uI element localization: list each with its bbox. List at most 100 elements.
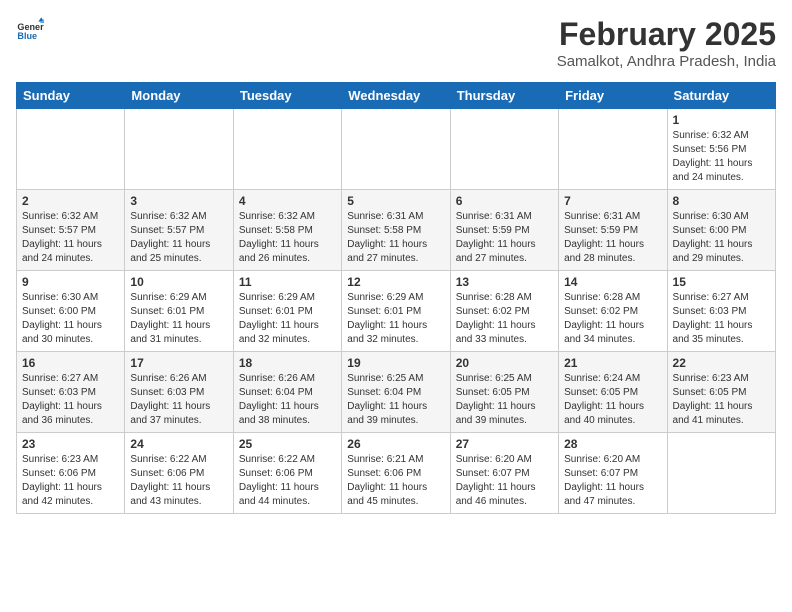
day-info: Sunrise: 6:24 AM Sunset: 6:05 PM Dayligh…: [564, 372, 661, 428]
calendar-cell: 19 Sunrise: 6:25 AM Sunset: 6:04 PM Dayli…: [342, 352, 450, 433]
day-number: 27: [456, 437, 553, 451]
day-info: Sunrise: 6:20 AM Sunset: 6:07 PM Dayligh…: [564, 453, 661, 509]
calendar-cell: 7 Sunrise: 6:31 AM Sunset: 5:59 PM Daylig…: [559, 190, 667, 271]
calendar-week-row: 2 Sunrise: 6:32 AM Sunset: 5:57 PM Daylig…: [17, 190, 776, 271]
day-number: 12: [347, 275, 444, 289]
calendar-cell: 10 Sunrise: 6:29 AM Sunset: 6:01 PM Dayli…: [125, 271, 233, 352]
calendar-cell: 17 Sunrise: 6:26 AM Sunset: 6:03 PM Dayli…: [125, 352, 233, 433]
title-block: February 2025 Samalkot, Andhra Pradesh, …: [557, 16, 776, 70]
weekday-header-row: SundayMondayTuesdayWednesdayThursdayFrid…: [17, 83, 776, 109]
calendar-cell: 5 Sunrise: 6:31 AM Sunset: 5:58 PM Daylig…: [342, 190, 450, 271]
day-number: 10: [130, 275, 227, 289]
day-number: 23: [22, 437, 119, 451]
day-number: 1: [673, 113, 770, 127]
day-info: Sunrise: 6:29 AM Sunset: 6:01 PM Dayligh…: [130, 291, 227, 347]
day-number: 3: [130, 194, 227, 208]
weekday-header: Sunday: [17, 83, 125, 109]
day-number: 17: [130, 356, 227, 370]
calendar-cell: [342, 109, 450, 190]
weekday-header: Thursday: [450, 83, 558, 109]
day-number: 20: [456, 356, 553, 370]
calendar-cell: [559, 109, 667, 190]
day-number: 8: [673, 194, 770, 208]
day-info: Sunrise: 6:32 AM Sunset: 5:57 PM Dayligh…: [22, 210, 119, 266]
day-info: Sunrise: 6:28 AM Sunset: 6:02 PM Dayligh…: [564, 291, 661, 347]
day-number: 9: [22, 275, 119, 289]
day-number: 19: [347, 356, 444, 370]
day-info: Sunrise: 6:27 AM Sunset: 6:03 PM Dayligh…: [22, 372, 119, 428]
weekday-header: Monday: [125, 83, 233, 109]
calendar-cell: 27 Sunrise: 6:20 AM Sunset: 6:07 PM Dayli…: [450, 433, 558, 514]
day-info: Sunrise: 6:23 AM Sunset: 6:05 PM Dayligh…: [673, 372, 770, 428]
day-number: 26: [347, 437, 444, 451]
calendar-cell: 14 Sunrise: 6:28 AM Sunset: 6:02 PM Dayli…: [559, 271, 667, 352]
day-info: Sunrise: 6:22 AM Sunset: 6:06 PM Dayligh…: [239, 453, 336, 509]
day-info: Sunrise: 6:21 AM Sunset: 6:06 PM Dayligh…: [347, 453, 444, 509]
calendar-cell: 20 Sunrise: 6:25 AM Sunset: 6:05 PM Dayli…: [450, 352, 558, 433]
calendar-week-row: 23 Sunrise: 6:23 AM Sunset: 6:06 PM Dayli…: [17, 433, 776, 514]
day-info: Sunrise: 6:27 AM Sunset: 6:03 PM Dayligh…: [673, 291, 770, 347]
day-info: Sunrise: 6:22 AM Sunset: 6:06 PM Dayligh…: [130, 453, 227, 509]
day-info: Sunrise: 6:26 AM Sunset: 6:03 PM Dayligh…: [130, 372, 227, 428]
calendar-cell: [233, 109, 341, 190]
day-number: 15: [673, 275, 770, 289]
day-info: Sunrise: 6:31 AM Sunset: 5:59 PM Dayligh…: [564, 210, 661, 266]
day-info: Sunrise: 6:29 AM Sunset: 6:01 PM Dayligh…: [347, 291, 444, 347]
calendar-cell: 11Sunrise: 6:29 AM Sunset: 6:01 PM Dayli…: [233, 271, 341, 352]
calendar-cell: 1 Sunrise: 6:32 AM Sunset: 5:56 PM Daylig…: [667, 109, 775, 190]
calendar-cell: 15 Sunrise: 6:27 AM Sunset: 6:03 PM Dayli…: [667, 271, 775, 352]
calendar-cell: 4Sunrise: 6:32 AM Sunset: 5:58 PM Daylig…: [233, 190, 341, 271]
calendar-cell: 25 Sunrise: 6:22 AM Sunset: 6:06 PM Dayli…: [233, 433, 341, 514]
calendar-week-row: 16 Sunrise: 6:27 AM Sunset: 6:03 PM Dayli…: [17, 352, 776, 433]
calendar-week-row: 9 Sunrise: 6:30 AM Sunset: 6:00 PM Daylig…: [17, 271, 776, 352]
calendar-cell: [450, 109, 558, 190]
day-number: 18: [239, 356, 336, 370]
day-number: 2: [22, 194, 119, 208]
day-info: Sunrise: 6:25 AM Sunset: 6:05 PM Dayligh…: [456, 372, 553, 428]
day-info: Sunrise: 6:28 AM Sunset: 6:02 PM Dayligh…: [456, 291, 553, 347]
logo-icon: General Blue: [16, 16, 44, 44]
calendar-cell: 28 Sunrise: 6:20 AM Sunset: 6:07 PM Dayli…: [559, 433, 667, 514]
weekday-header: Wednesday: [342, 83, 450, 109]
calendar-cell: [125, 109, 233, 190]
day-number: 5: [347, 194, 444, 208]
calendar-cell: 2 Sunrise: 6:32 AM Sunset: 5:57 PM Daylig…: [17, 190, 125, 271]
day-info: Sunrise: 6:26 AM Sunset: 6:04 PM Dayligh…: [239, 372, 336, 428]
weekday-header: Tuesday: [233, 83, 341, 109]
calendar-cell: 3 Sunrise: 6:32 AM Sunset: 5:57 PM Daylig…: [125, 190, 233, 271]
calendar-cell: 8 Sunrise: 6:30 AM Sunset: 6:00 PM Daylig…: [667, 190, 775, 271]
day-info: Sunrise: 6:31 AM Sunset: 5:58 PM Dayligh…: [347, 210, 444, 266]
day-number: 25: [239, 437, 336, 451]
day-info: Sunrise: 6:30 AM Sunset: 6:00 PM Dayligh…: [22, 291, 119, 347]
day-info: Sunrise: 6:32 AM Sunset: 5:58 PM Dayligh…: [239, 210, 336, 266]
day-info: Sunrise: 6:31 AM Sunset: 5:59 PM Dayligh…: [456, 210, 553, 266]
day-number: 7: [564, 194, 661, 208]
day-number: 21: [564, 356, 661, 370]
day-number: 14: [564, 275, 661, 289]
day-number: 24: [130, 437, 227, 451]
day-info: Sunrise: 6:25 AM Sunset: 6:04 PM Dayligh…: [347, 372, 444, 428]
day-info: Sunrise: 6:32 AM Sunset: 5:57 PM Dayligh…: [130, 210, 227, 266]
day-number: 22: [673, 356, 770, 370]
day-info: Sunrise: 6:32 AM Sunset: 5:56 PM Dayligh…: [673, 129, 770, 185]
calendar-cell: 22 Sunrise: 6:23 AM Sunset: 6:05 PM Dayli…: [667, 352, 775, 433]
day-number: 6: [456, 194, 553, 208]
calendar-title: February 2025: [557, 16, 776, 53]
page-header: General Blue February 2025 Samalkot, And…: [16, 16, 776, 70]
calendar-table: SundayMondayTuesdayWednesdayThursdayFrid…: [16, 82, 776, 514]
calendar-cell: 26 Sunrise: 6:21 AM Sunset: 6:06 PM Dayli…: [342, 433, 450, 514]
day-number: 16: [22, 356, 119, 370]
weekday-header: Friday: [559, 83, 667, 109]
logo: General Blue: [16, 16, 44, 44]
day-info: Sunrise: 6:20 AM Sunset: 6:07 PM Dayligh…: [456, 453, 553, 509]
weekday-header: Saturday: [667, 83, 775, 109]
calendar-week-row: 1 Sunrise: 6:32 AM Sunset: 5:56 PM Daylig…: [17, 109, 776, 190]
day-info: Sunrise: 6:23 AM Sunset: 6:06 PM Dayligh…: [22, 453, 119, 509]
day-number: 13: [456, 275, 553, 289]
day-number: 28: [564, 437, 661, 451]
calendar-cell: 13 Sunrise: 6:28 AM Sunset: 6:02 PM Dayli…: [450, 271, 558, 352]
calendar-cell: 23 Sunrise: 6:23 AM Sunset: 6:06 PM Dayli…: [17, 433, 125, 514]
day-info: Sunrise: 6:30 AM Sunset: 6:00 PM Dayligh…: [673, 210, 770, 266]
svg-text:Blue: Blue: [17, 31, 37, 41]
day-info: Sunrise: 6:29 AM Sunset: 6:01 PM Dayligh…: [239, 291, 336, 347]
